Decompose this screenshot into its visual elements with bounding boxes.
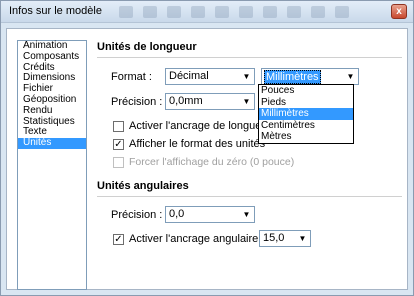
- close-button[interactable]: x: [391, 4, 407, 19]
- chevron-down-icon[interactable]: ▼: [240, 95, 253, 108]
- format-select-value: Décimal: [169, 70, 209, 82]
- unit-option-pouces[interactable]: Pouces: [259, 85, 353, 97]
- ghost-icon: [287, 6, 301, 18]
- length-unit-select-value: Millimètres: [264, 70, 321, 84]
- sidebar-item-composants[interactable]: Composants: [18, 51, 86, 63]
- check-mark-icon: ✓: [114, 139, 123, 150]
- chevron-down-icon[interactable]: ▼: [296, 232, 309, 245]
- unit-option-centimetres[interactable]: Centimètres: [259, 120, 353, 132]
- length-precision-value: 0,0mm: [169, 95, 203, 107]
- angular-snap-value: 15,0: [263, 232, 285, 244]
- dialog-body: Animation Composants Crédits Dimensions …: [6, 28, 408, 290]
- unit-option-metres[interactable]: Mètres: [259, 131, 353, 143]
- check-mark-icon: ✓: [114, 234, 123, 245]
- length-unit-dropdown-list[interactable]: Pouces Pieds Millimètres Centimètres Mèt…: [258, 84, 354, 144]
- unit-option-millimetres[interactable]: Millimètres: [259, 108, 353, 120]
- force-zero-checkbox: [113, 157, 124, 168]
- ghost-icon: [335, 6, 349, 18]
- model-info-dialog: Infos sur le modèle x Animation Composan…: [0, 0, 414, 296]
- angular-units-heading: Unités angulaires: [97, 180, 189, 192]
- length-unit-select[interactable]: Millimètres ▼: [261, 68, 359, 85]
- format-select[interactable]: Décimal ▼: [165, 68, 255, 85]
- angular-precision-value: 0,0: [169, 208, 185, 220]
- length-snap-checkbox[interactable]: [113, 121, 124, 132]
- show-format-checkbox[interactable]: ✓: [113, 139, 124, 150]
- sidebar-item-rendu[interactable]: Rendu: [18, 105, 86, 117]
- format-label: Format :: [111, 71, 152, 83]
- ghost-icon: [143, 6, 157, 18]
- ghost-icon: [167, 6, 181, 18]
- show-format-label[interactable]: Afficher le format des unités: [129, 138, 265, 150]
- angular-snap-checkbox[interactable]: ✓: [113, 234, 124, 245]
- sidebar-item-unites[interactable]: Unités: [18, 137, 86, 149]
- ghost-icon: [263, 6, 277, 18]
- window-title: Infos sur le modèle: [9, 5, 102, 17]
- length-precision-label: Précision :: [111, 96, 163, 108]
- chevron-down-icon[interactable]: ▼: [240, 208, 253, 221]
- ghost-icon: [119, 6, 133, 18]
- ghost-icon: [239, 6, 253, 18]
- chevron-down-icon[interactable]: ▼: [344, 70, 357, 83]
- angular-precision-label: Précision :: [111, 209, 163, 221]
- length-precision-select[interactable]: 0,0mm ▼: [165, 93, 255, 110]
- category-list[interactable]: Animation Composants Crédits Dimensions …: [17, 40, 87, 290]
- background-toolbar-ghost: [119, 4, 389, 20]
- title-bar[interactable]: Infos sur le modèle x: [1, 1, 413, 23]
- angular-snap-select[interactable]: 15,0 ▼: [259, 230, 311, 247]
- force-zero-label: Forcer l'affichage du zéro (0 pouce): [129, 156, 295, 168]
- ghost-icon: [191, 6, 205, 18]
- chevron-down-icon[interactable]: ▼: [240, 70, 253, 83]
- length-units-heading: Unités de longueur: [97, 41, 197, 53]
- length-snap-label[interactable]: Activer l'ancrage de longueur: [129, 120, 271, 132]
- ghost-icon: [215, 6, 229, 18]
- section-divider: [97, 57, 402, 58]
- close-icon: x: [396, 6, 402, 17]
- angular-precision-select[interactable]: 0,0 ▼: [165, 206, 255, 223]
- unit-option-pieds[interactable]: Pieds: [259, 97, 353, 109]
- ghost-icon: [311, 6, 325, 18]
- section-divider: [97, 196, 402, 197]
- angular-snap-label[interactable]: Activer l'ancrage angulaire: [129, 233, 258, 245]
